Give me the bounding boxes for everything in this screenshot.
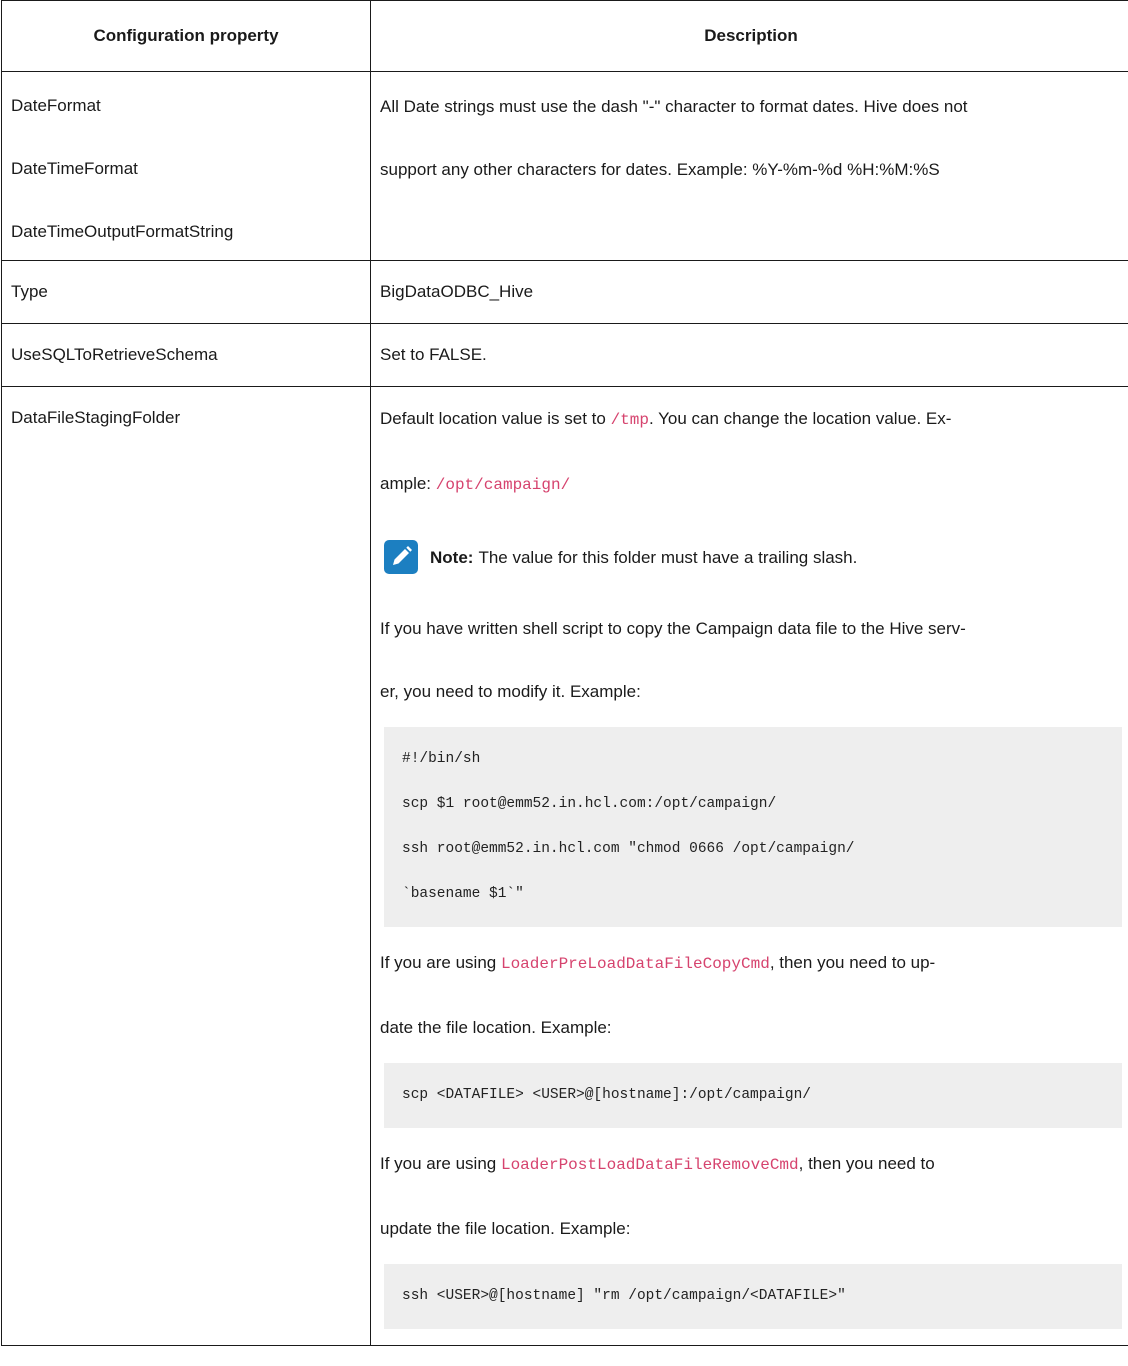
note-box: Note: The value for this folder must hav… (384, 525, 1122, 589)
description-paragraph: If you are using LoaderPostLoadDataFileR… (380, 1132, 1122, 1197)
table-header-row: Configuration property Description (1, 0, 1128, 72)
note-text: The value for this folder must have a tr… (478, 547, 858, 567)
property-name: DateTimeFormat (11, 159, 138, 178)
header-description: Description (370, 0, 1128, 72)
note-label: Note: (430, 547, 474, 567)
description-text: If you are using (380, 953, 501, 972)
description-text: update the file location. Example: (380, 1219, 631, 1238)
description-text: BigDataODBC_Hive (380, 282, 534, 301)
code-line: `basename $1`" (402, 886, 524, 902)
code-block: ssh <USER>@[hostname] "rm /opt/campaign/… (384, 1264, 1122, 1329)
property-name: DataFileStagingFolder (11, 408, 181, 427)
description-cell: Set to FALSE. (370, 323, 1128, 387)
property-name: UseSQLToRetrieveSchema (11, 345, 218, 364)
inline-code: /tmp (610, 411, 649, 429)
description-cell: BigDataODBC_Hive (370, 260, 1128, 324)
property-cell: DateFormat DateTimeFormat DateTimeOutput… (1, 71, 371, 261)
code-line: #!/bin/sh (402, 751, 481, 767)
description-paragraph: Default location value is set to /tmp. Y… (380, 387, 1122, 452)
description-text: . You can change the location value. Ex- (648, 409, 952, 428)
description-cell: All Date strings must use the dash "-" c… (370, 71, 1128, 261)
pencil-clipboard-icon (384, 540, 418, 574)
description-text: , then you need to (798, 1154, 935, 1173)
table-row: DateFormat DateTimeFormat DateTimeOutput… (1, 71, 1128, 261)
code-line: ssh root@emm52.in.hcl.com "chmod 0666 /o… (402, 841, 855, 857)
inline-code: LoaderPostLoadDataFileRemoveCmd (500, 1156, 799, 1174)
inline-code: /opt/campaign/ (435, 476, 571, 494)
description-text: er, you need to modify it. Example: (380, 682, 641, 701)
header-configuration-property: Configuration property (1, 0, 371, 72)
description-text: If you are using (380, 1154, 501, 1173)
code-block: #!/bin/sh scp $1 root@emm52.in.hcl.com:/… (384, 727, 1122, 927)
description-text: support any other characters for dates. … (380, 160, 940, 179)
description-text: If you have written shell script to copy… (380, 619, 966, 638)
description-text: Default location value is set to (380, 409, 611, 428)
description-text: , then you need to up- (769, 953, 936, 972)
description-text: Set to FALSE. (380, 345, 487, 364)
property-name: DateFormat (11, 96, 101, 115)
description-text: All Date strings must use the dash "-" c… (380, 97, 968, 116)
description-text: date the file location. Example: (380, 1018, 612, 1037)
property-cell: Type (1, 260, 371, 324)
description-paragraph: If you are using LoaderPreLoadDataFileCo… (380, 931, 1122, 996)
property-name: DateTimeOutputFormatString (11, 222, 234, 241)
property-cell: UseSQLToRetrieveSchema (1, 323, 371, 387)
description-text: ample: (380, 474, 436, 493)
code-line: ssh <USER>@[hostname] "rm /opt/campaign/… (402, 1288, 846, 1304)
property-name: Type (11, 282, 48, 301)
description-cell: Default location value is set to /tmp. Y… (370, 386, 1128, 1346)
table-row: DataFileStagingFolder Default location v… (1, 386, 1128, 1346)
table-row: UseSQLToRetrieveSchema Set to FALSE. (1, 323, 1128, 387)
property-cell: DataFileStagingFolder (1, 386, 371, 1346)
code-line: scp $1 root@emm52.in.hcl.com:/opt/campai… (402, 796, 777, 812)
config-table-wrapper: Configuration property Description DateF… (0, 0, 1128, 1366)
table-row: Type BigDataODBC_Hive (1, 260, 1128, 324)
code-block: scp <DATAFILE> <USER>@[hostname]:/opt/ca… (384, 1063, 1122, 1128)
configuration-table: Configuration property Description DateF… (1, 0, 1128, 1346)
code-line: scp <DATAFILE> <USER>@[hostname]:/opt/ca… (402, 1087, 811, 1103)
inline-code: LoaderPreLoadDataFileCopyCmd (500, 955, 770, 973)
description-paragraph: ample: /opt/campaign/ (380, 452, 1122, 517)
